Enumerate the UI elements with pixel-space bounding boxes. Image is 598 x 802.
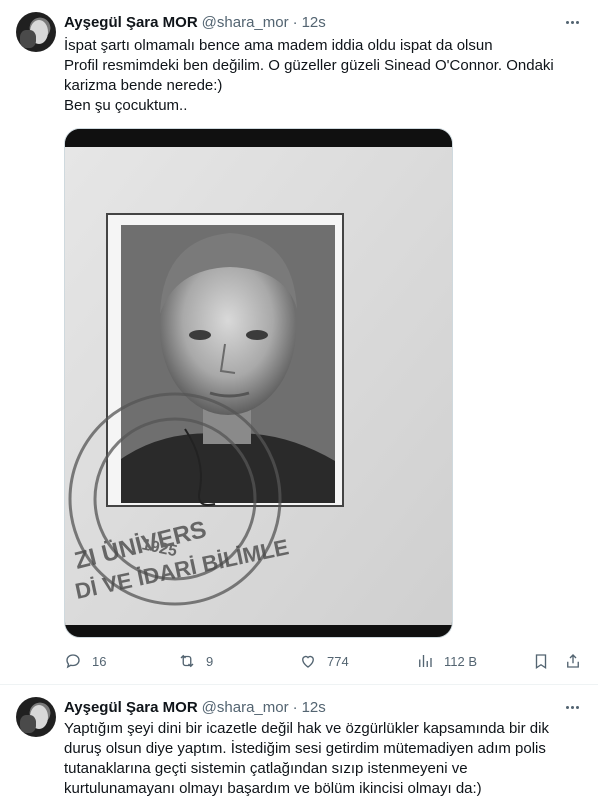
author-name[interactable]: Ayşegül Şara MOR [64,699,198,716]
author-name[interactable]: Ayşegül Şara MOR [64,14,198,31]
share-icon [567,654,579,668]
bookmark-button[interactable] [532,650,550,672]
retweet-count: 9 [206,653,214,669]
author-handle[interactable]: @shara_mor [202,14,289,31]
like-icon [302,655,314,668]
tweet-text-line: karizma bende nerede:) [64,77,223,94]
share-button[interactable] [564,650,582,672]
timestamp[interactable]: 12s [302,14,326,31]
tweet-text-line: İspat şartı olmamalı bence ama madem idd… [64,37,493,54]
views-icon [419,655,432,667]
avatar[interactable] [16,697,56,737]
tweet-text-line: tutanaklarına geçti sistemin çatlağından… [64,760,468,777]
more-icon[interactable] [562,697,582,717]
tweet-text: Yaptığım şeyi dini bir icazetle değil ha… [64,719,584,799]
tweet-1[interactable]: Ayşegül Şara MOR @shara_mor · 12s İspat … [0,0,598,684]
id-photo-scan: 1925 ZI ÜNİVERS Dİ VE İDARİ BİLİMLE [65,129,452,637]
more-icon[interactable] [562,12,582,32]
like-count: 774 [327,653,349,669]
like-button[interactable]: 774 [299,650,349,672]
tweet-text-line: Ben şu çocuktum.. [64,97,188,114]
bookmark-icon [535,654,547,670]
timestamp[interactable]: 12s [302,699,326,716]
retweet-icon [180,654,194,668]
separator-dot: · [292,698,298,716]
views-count: 112 B [444,653,478,669]
reply-button[interactable]: 16 [64,650,106,672]
author-handle[interactable]: @shara_mor [202,699,289,716]
avatar[interactable] [16,12,56,52]
views-button[interactable]: 112 B [416,650,477,672]
tweet-header: Ayşegül Şara MOR @shara_mor · 12s [64,12,326,32]
avatar-hand [20,30,36,48]
reply-count: 16 [92,653,107,669]
tweet-photo[interactable]: 1925 ZI ÜNİVERS Dİ VE İDARİ BİLİMLE [64,128,453,638]
action-bar: 16 9 774 112 B [64,650,584,672]
tweet-text-line: Yaptığım şeyi dini bir icazetle değil ha… [64,720,549,737]
reply-icon [66,654,80,669]
tweet-text-line: kurtulunamayanı olmayı başardım ve bölüm… [64,780,482,797]
tweet-text-line: Profil resmimdeki ben değilim. O güzelle… [64,57,554,74]
tweet-2[interactable]: Ayşegül Şara MOR @shara_mor · 12s Yaptığ… [0,684,598,802]
retweet-button[interactable]: 9 [178,650,213,672]
separator-dot: · [292,13,298,31]
tweet-text: İspat şartı olmamalı bence ama madem idd… [64,36,584,116]
tweet-text-line: duruş olsun diye yaptım. İstediğim sesi … [64,740,546,757]
avatar-hand [20,715,36,733]
tweet-header: Ayşegül Şara MOR @shara_mor · 12s [64,697,326,717]
